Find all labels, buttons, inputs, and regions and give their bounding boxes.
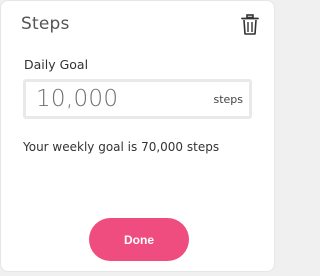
steps-dialog: Steps Daily Goal steps Your weekly goal … bbox=[0, 0, 275, 272]
done-button[interactable]: Done bbox=[89, 218, 189, 261]
trash-icon[interactable] bbox=[241, 14, 259, 36]
dialog-title: Steps bbox=[21, 14, 70, 34]
daily-goal-input-box[interactable]: steps bbox=[23, 79, 252, 119]
daily-goal-label: Daily Goal bbox=[24, 57, 89, 72]
daily-goal-input[interactable] bbox=[36, 86, 196, 112]
goal-unit-label: steps bbox=[213, 93, 243, 106]
weekly-goal-summary: Your weekly goal is 70,000 steps bbox=[23, 140, 220, 154]
trash-icon-graphic bbox=[241, 14, 259, 35]
